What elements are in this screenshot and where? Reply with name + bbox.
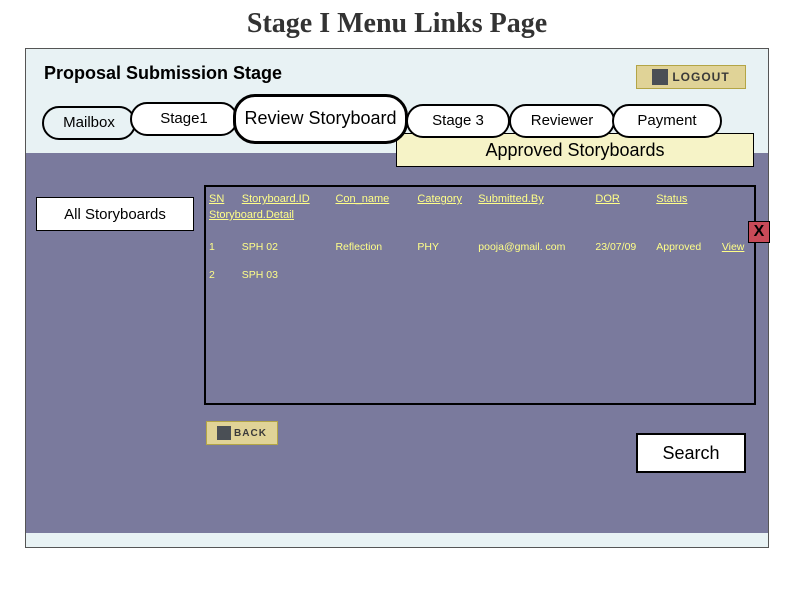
table-row[interactable]: 2 SPH 03 xyxy=(206,257,754,285)
cell-cat xyxy=(414,257,475,285)
cell-sn: 1 xyxy=(206,225,239,257)
nav-reviewer[interactable]: Reviewer xyxy=(509,104,615,138)
cell-subby xyxy=(475,257,592,285)
close-button[interactable]: X xyxy=(748,221,770,243)
cell-dor xyxy=(592,257,653,285)
search-button[interactable]: Search xyxy=(636,433,746,473)
cell-con: Reflection xyxy=(332,225,414,257)
back-button[interactable]: BACK xyxy=(206,421,278,445)
cell-sn: 2 xyxy=(206,257,239,285)
all-storyboards-button[interactable]: All Storyboards xyxy=(36,197,194,231)
nav-payment[interactable]: Payment xyxy=(612,104,722,138)
cell-status xyxy=(653,257,719,285)
nav-mailbox[interactable]: Mailbox xyxy=(42,106,136,140)
nav-stage3[interactable]: Stage 3 xyxy=(406,104,510,138)
col-subby: Submitted.By xyxy=(475,187,592,209)
col-con: Con_name xyxy=(332,187,414,209)
page-title: Stage I Menu Links Page xyxy=(0,8,794,40)
cell-status: Approved xyxy=(653,225,719,257)
outer-frame: Proposal Submission Stage LOGOUT Mailbox… xyxy=(25,48,769,548)
cell-sbid: SPH 03 xyxy=(239,257,333,285)
view-link[interactable]: View xyxy=(722,241,745,253)
col-sbid: Storyboard.ID xyxy=(239,187,333,209)
approved-banner: Approved Storyboards xyxy=(396,133,754,167)
col-cat: Category xyxy=(414,187,475,209)
logout-icon xyxy=(652,69,668,85)
back-label: BACK xyxy=(234,428,267,439)
col-view xyxy=(719,187,754,209)
table-header-row2: Storyboard.Detail xyxy=(206,209,754,225)
col-sn: SN xyxy=(206,187,239,209)
nav-review-storyboard[interactable]: Review Storyboard xyxy=(233,94,408,144)
cell-sbid: SPH 02 xyxy=(239,225,333,257)
cell-dor: 23/07/09 xyxy=(592,225,653,257)
logout-button[interactable]: LOGOUT xyxy=(636,65,746,89)
nav-stage1[interactable]: Stage1 xyxy=(130,102,238,136)
table-header-row: SN Storyboard.ID Con_name Category Submi… xyxy=(206,187,754,209)
col-dor: DOR xyxy=(592,187,653,209)
col-status: Status xyxy=(653,187,719,209)
logout-label: LOGOUT xyxy=(672,70,729,84)
cell-con xyxy=(332,257,414,285)
back-arrow-icon xyxy=(217,426,231,440)
work-area: Approved Storyboards All Storyboards SN … xyxy=(26,153,768,533)
table-row[interactable]: 1 SPH 02 Reflection PHY pooja@gmail. com… xyxy=(206,225,754,257)
cell-subby: pooja@gmail. com xyxy=(475,225,592,257)
storyboard-table: SN Storyboard.ID Con_name Category Submi… xyxy=(204,185,756,405)
col-sbdetail: Storyboard.Detail xyxy=(206,209,754,225)
cell-cat: PHY xyxy=(414,225,475,257)
